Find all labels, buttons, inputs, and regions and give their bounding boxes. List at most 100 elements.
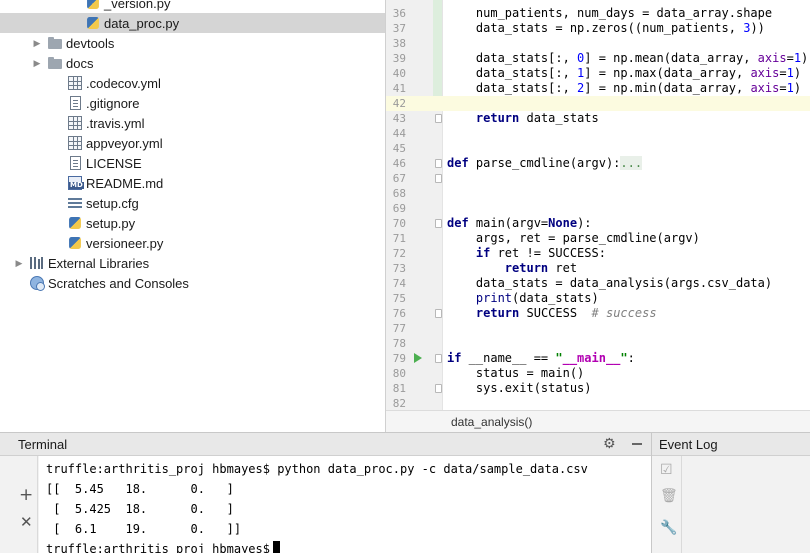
tree-item[interactable]: MD README.md — [0, 173, 385, 193]
code-line[interactable]: 79 if __name__ == "__main__": — [386, 351, 810, 366]
code-text: if ret != SUCCESS: — [475, 246, 606, 260]
code-editor[interactable]: 36 num_patients, num_days = data_array.s… — [386, 0, 810, 432]
code-line[interactable]: 39 data_stats[:, 0] = np.mean(data_array… — [386, 51, 810, 66]
python-file-icon — [87, 17, 99, 29]
line-number: 43 — [392, 112, 406, 125]
code-text: if __name__ == "__main__": — [447, 351, 635, 365]
code-line[interactable]: 73 return ret — [386, 261, 810, 276]
tree-item[interactable]: setup.py — [0, 213, 385, 233]
code-line[interactable]: 37 data_stats = np.zeros((num_patients, … — [386, 21, 810, 36]
code-line[interactable]: 71 args, ret = parse_cmdline(argv) — [386, 231, 810, 246]
line-number: 68 — [392, 187, 406, 200]
code-text: print(data_stats) — [475, 291, 599, 305]
gear-icon[interactable]: ⚙ — [603, 436, 616, 452]
code-text: data_stats = np.zeros((num_patients, 3)) — [447, 21, 765, 35]
tree-item[interactable]: _version.py — [0, 0, 385, 13]
tree-item[interactable]: LICENSE — [0, 153, 385, 173]
expand-arrow-icon[interactable]: ▶ — [32, 58, 42, 68]
tree-item[interactable]: .codecov.yml — [0, 73, 385, 93]
code-line[interactable]: 45 — [386, 141, 810, 156]
terminal-output[interactable]: truffle:arthritis_proj hbmayes$ python d… — [39, 456, 651, 553]
breadcrumb[interactable]: data_analysis() — [451, 415, 532, 429]
trash-icon[interactable]: 🗑 — [660, 488, 678, 504]
terminal-title[interactable]: Terminal — [18, 437, 67, 452]
tree-item[interactable]: ▶ docs — [0, 53, 385, 73]
fold-icon[interactable] — [435, 309, 442, 318]
code-line[interactable]: 77 — [386, 321, 810, 336]
fold-icon[interactable] — [435, 159, 442, 168]
code-line[interactable]: 69 — [386, 201, 810, 216]
minimize-icon[interactable] — [632, 443, 642, 445]
code-line[interactable]: 70 def main(argv=None): — [386, 216, 810, 231]
event-log-title[interactable]: Event Log — [659, 437, 718, 452]
terminal-prompt[interactable]: truffle:arthritis_proj hbmayes$ — [46, 539, 280, 553]
code-line[interactable]: 43 return data_stats — [386, 111, 810, 126]
code-line[interactable]: 82 — [386, 396, 810, 411]
tree-item-label: versioneer.py — [86, 235, 164, 251]
code-text: num_patients, num_days = data_array.shap… — [447, 6, 773, 20]
code-line[interactable]: 80 status = main() — [386, 366, 810, 381]
tree-item[interactable]: data_proc.py — [0, 13, 385, 33]
fold-icon[interactable] — [435, 354, 442, 363]
tree-item[interactable]: setup.cfg — [0, 193, 385, 213]
code-line[interactable]: 75 print(data_stats) — [386, 291, 810, 306]
yaml-file-icon — [68, 136, 82, 150]
run-icon[interactable] — [414, 353, 422, 363]
code-line[interactable]: 40 data_stats[:, 1] = np.max(data_array,… — [386, 66, 810, 81]
code-line[interactable]: 38 — [386, 36, 810, 51]
tree-item[interactable]: ▶ devtools — [0, 33, 385, 53]
tree-item-label: setup.py — [86, 215, 136, 231]
python-file-icon — [69, 237, 81, 249]
scratch-icon — [30, 276, 45, 291]
fold-icon[interactable] — [435, 219, 442, 228]
fold-icon[interactable] — [435, 114, 442, 123]
project-tree: _version.py data_proc.py ▶ devtools ▶ docs .co… — [0, 0, 386, 432]
wrench-icon[interactable]: 🔧 — [660, 520, 677, 536]
tree-item[interactable]: versioneer.py — [0, 233, 385, 253]
expand-arrow-icon[interactable]: ▶ — [32, 38, 42, 48]
line-number: 69 — [392, 202, 406, 215]
line-number: 46 — [392, 157, 406, 170]
close-terminal-button[interactable]: ✕ — [20, 513, 33, 531]
code-line[interactable]: 74 data_stats = data_analysis(args.csv_d… — [386, 276, 810, 291]
yaml-file-icon — [68, 76, 82, 90]
expand-arrow-icon[interactable]: ▶ — [14, 258, 24, 268]
terminal-toolbar: + ✕ — [0, 456, 38, 553]
mark-read-icon[interactable]: ☑ — [660, 462, 673, 478]
config-file-icon — [68, 196, 82, 210]
code-line[interactable]: 68 — [386, 186, 810, 201]
line-number: 76 — [392, 307, 406, 320]
tree-item[interactable]: Scratches and Consoles — [0, 273, 385, 293]
tree-item-label: .gitignore — [86, 95, 140, 111]
code-line[interactable]: 81 sys.exit(status) — [386, 381, 810, 396]
line-number: 81 — [392, 382, 406, 395]
code-line[interactable]: 44 — [386, 126, 810, 141]
terminal-line: [ 6.1 19. 0. ]] — [46, 522, 242, 536]
text-cursor — [272, 541, 280, 553]
tree-item[interactable]: .gitignore — [0, 93, 385, 113]
fold-icon[interactable] — [435, 174, 442, 183]
tree-item[interactable]: .travis.yml — [0, 113, 385, 133]
tree-item[interactable]: appveyor.yml — [0, 133, 385, 153]
line-number: 74 — [392, 277, 406, 290]
code-line[interactable]: 67 — [386, 171, 810, 186]
code-line[interactable]: 42 — [386, 96, 810, 111]
terminal-line: [ 5.425 18. 0. ] — [46, 502, 234, 516]
code-line[interactable]: 46 def parse_cmdline(argv):... — [386, 156, 810, 171]
line-number: 37 — [392, 22, 406, 35]
fold-icon[interactable] — [435, 384, 442, 393]
tree-item-label: LICENSE — [86, 155, 142, 171]
tree-item[interactable]: ▶ External Libraries — [0, 253, 385, 273]
code-text: sys.exit(status) — [447, 381, 592, 395]
event-log-header: Event Log — [652, 433, 810, 456]
code-line[interactable]: 41 data_stats[:, 2] = np.min(data_array,… — [386, 81, 810, 96]
code-line[interactable]: 72 if ret != SUCCESS: — [386, 246, 810, 261]
code-line[interactable]: 76 return SUCCESS # success — [386, 306, 810, 321]
line-number: 73 — [392, 262, 406, 275]
new-terminal-button[interactable]: + — [19, 485, 33, 505]
bottom-panel: Terminal ⚙ + ✕ truffle:arthritis_proj hb… — [0, 432, 810, 553]
line-number: 45 — [392, 142, 406, 155]
line-number: 36 — [392, 7, 406, 20]
code-line[interactable]: 36 num_patients, num_days = data_array.s… — [386, 6, 810, 21]
code-line[interactable]: 78 — [386, 336, 810, 351]
